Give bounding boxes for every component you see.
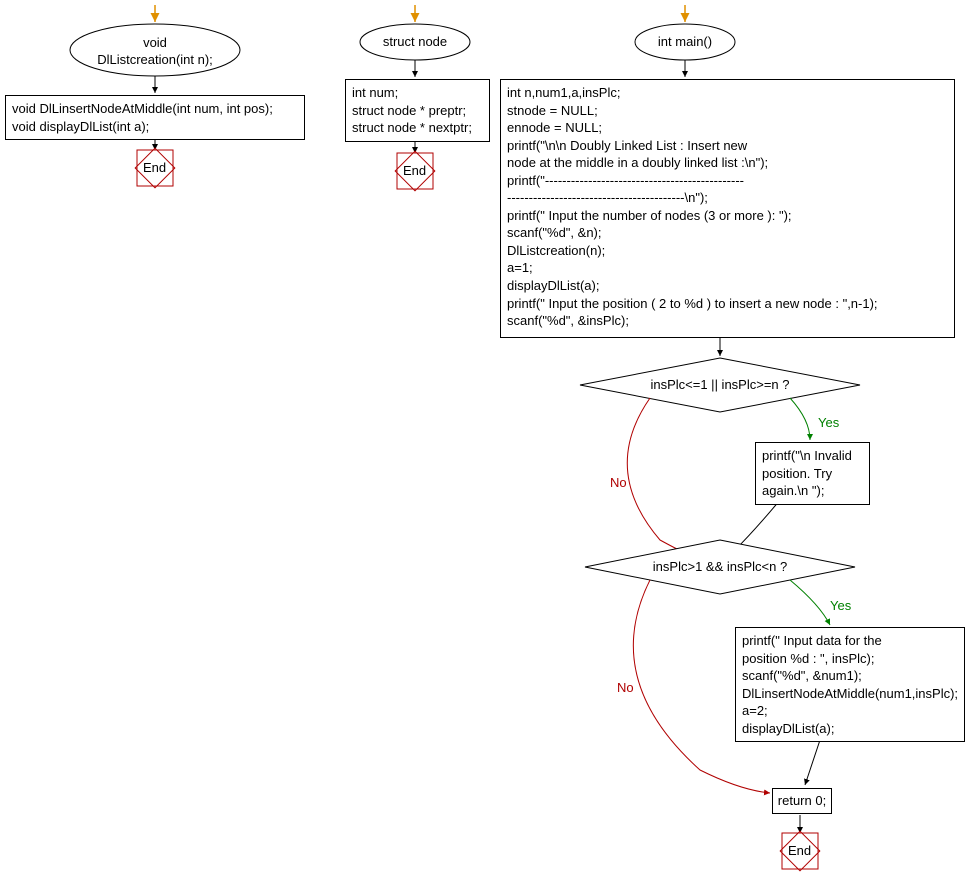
flow3-box4-text: return 0; (778, 793, 826, 808)
flow1-end: End (143, 160, 166, 175)
flow2-box: int num; struct node * preptr; struct no… (345, 79, 490, 142)
flow3-cond2: insPlc>1 && insPlc<n ? (645, 559, 795, 576)
flow1-box-text: void DlLinsertNodeAtMiddle(int num, int … (12, 101, 273, 134)
flow3-end: End (788, 843, 811, 858)
flow3-yes2: Yes (830, 598, 851, 613)
flow3-box3-text: printf(" Input data for the position %d … (742, 633, 958, 736)
flow3-no1: No (610, 475, 627, 490)
flow3-box1: int n,num1,a,insPlc; stnode = NULL; enno… (500, 79, 955, 338)
flow3-box4: return 0; (772, 788, 832, 814)
flow2-end: End (403, 163, 426, 178)
flow1-box: void DlLinsertNodeAtMiddle(int num, int … (5, 95, 305, 140)
flow3-yes1: Yes (818, 415, 839, 430)
flow1-start: void DlListcreation(int n); (95, 35, 215, 69)
flow3-box2-text: printf("\n Invalid position. Try again.\… (762, 448, 852, 498)
flow2-start: struct node (380, 34, 450, 51)
flow2-box-text: int num; struct node * preptr; struct no… (352, 85, 472, 135)
flow3-box3: printf(" Input data for the position %d … (735, 627, 965, 742)
flow3-no2: No (617, 680, 634, 695)
flow3-start: int main() (655, 34, 715, 51)
flow3-box1-text: int n,num1,a,insPlc; stnode = NULL; enno… (507, 85, 878, 328)
flow3-box2: printf("\n Invalid position. Try again.\… (755, 442, 870, 505)
flow3-cond1: insPlc<=1 || insPlc>=n ? (640, 377, 800, 394)
